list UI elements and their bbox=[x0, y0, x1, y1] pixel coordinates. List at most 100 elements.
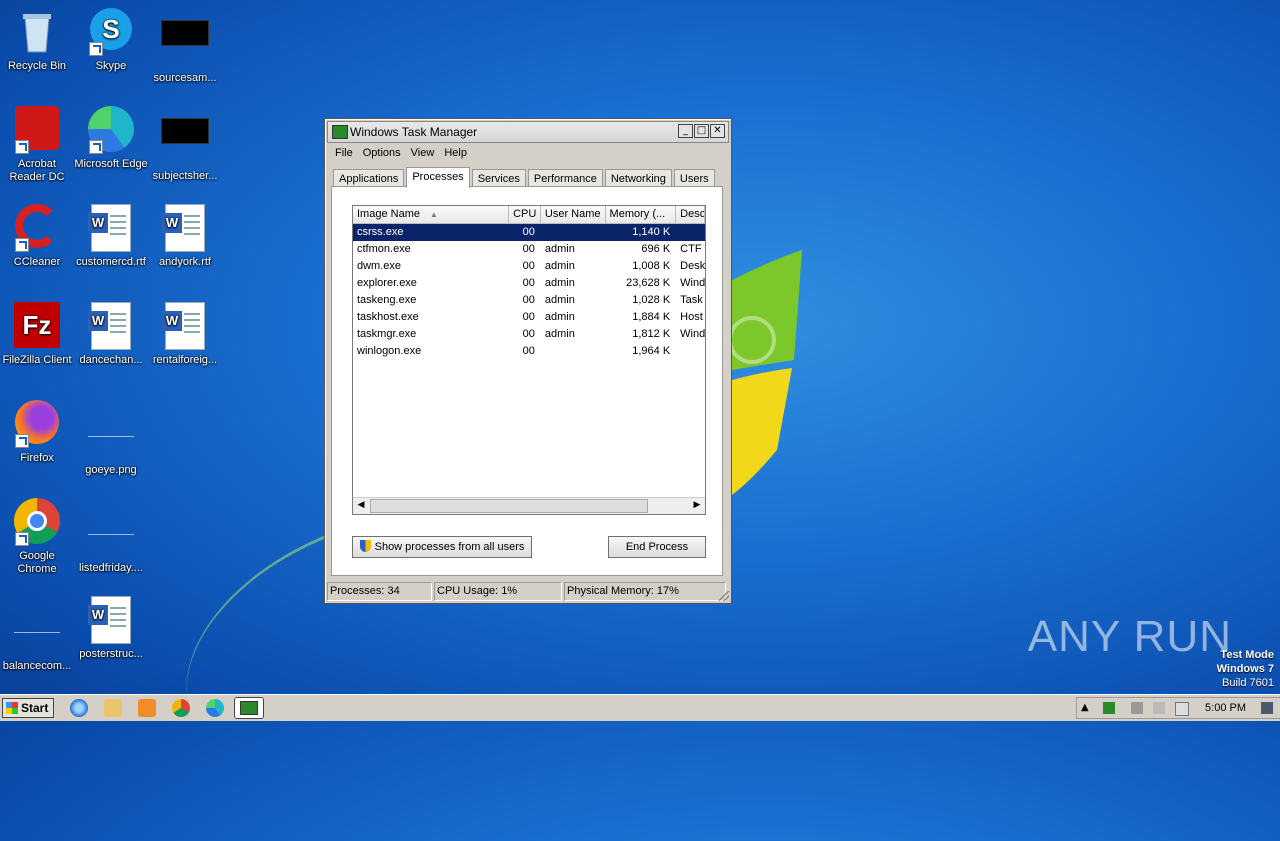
desktop-icon-goeye[interactable]: goeye.png bbox=[74, 400, 148, 477]
tab-processes[interactable]: Processes bbox=[406, 167, 470, 188]
desktop-icon-posterstruc[interactable]: W posterstruc... bbox=[74, 596, 148, 661]
maximize-button[interactable]: □ bbox=[694, 124, 709, 138]
action-center-flag-icon[interactable] bbox=[1175, 702, 1189, 716]
desktop-icon-andyork[interactable]: W andyork.rtf bbox=[148, 204, 222, 269]
desktop-icon-edge[interactable]: Microsoft Edge bbox=[74, 106, 148, 171]
sort-ascending-icon: ▲ bbox=[429, 210, 438, 219]
process-cpu: 00 bbox=[522, 226, 535, 238]
start-button[interactable]: Start bbox=[2, 698, 54, 718]
edge-taskbar-icon[interactable] bbox=[206, 699, 224, 717]
task-manager-taskbar-button[interactable] bbox=[234, 697, 264, 719]
network-icon[interactable] bbox=[1103, 702, 1115, 714]
taskbar: Start ▲ 5:00 PM bbox=[0, 694, 1280, 721]
desktop-icon-chrome[interactable]: Google Chrome bbox=[0, 498, 74, 576]
process-description: Wind bbox=[680, 277, 705, 289]
desktop-icon-label: subjectsher... bbox=[152, 170, 218, 182]
shortcut-arrow-icon bbox=[15, 140, 29, 154]
scroll-left-icon[interactable]: ◀ bbox=[353, 498, 369, 513]
process-row[interactable]: taskeng.exe 00 admin 1,028 K Task bbox=[353, 292, 705, 309]
desktop-icon-ccleaner[interactable]: CCleaner bbox=[0, 204, 74, 269]
desktop-icon-sourcesam[interactable]: sourcesam... bbox=[148, 8, 222, 85]
horizontal-scrollbar[interactable]: ◀ ▶ bbox=[353, 497, 705, 514]
show-hidden-icons-icon[interactable]: ▲ bbox=[1081, 702, 1093, 714]
show-desktop-icon[interactable] bbox=[1261, 702, 1273, 714]
tab-services[interactable]: Services bbox=[471, 169, 526, 187]
volume-icon[interactable] bbox=[1131, 702, 1143, 714]
desktop-icon-acrobat[interactable]: Acrobat Reader DC bbox=[0, 106, 74, 184]
column-cpu[interactable]: CPU bbox=[509, 206, 541, 223]
desktop-icon-firefox[interactable]: Firefox bbox=[0, 400, 74, 465]
tab-applications[interactable]: Applications bbox=[333, 169, 405, 187]
process-description: Task bbox=[680, 294, 703, 306]
desktop-icon-recycle-bin[interactable]: Recycle Bin bbox=[0, 8, 74, 73]
menu-help[interactable]: Help bbox=[440, 145, 471, 163]
process-row[interactable]: dwm.exe 00 admin 1,008 K Deskt bbox=[353, 258, 705, 275]
file-explorer-icon[interactable] bbox=[104, 699, 122, 717]
minimize-button[interactable]: _ bbox=[678, 124, 693, 138]
scrollbar-thumb[interactable] bbox=[370, 499, 648, 513]
desktop-icon-label: Google Chrome bbox=[17, 550, 57, 575]
process-name: taskhost.exe bbox=[357, 311, 419, 323]
desktop-icon-dancechan[interactable]: W dancechan... bbox=[74, 302, 148, 367]
clock[interactable]: 5:00 PM bbox=[1205, 702, 1246, 714]
column-memory[interactable]: Memory (... bbox=[606, 206, 677, 223]
process-user: admin bbox=[544, 311, 575, 323]
resize-grip-icon[interactable] bbox=[719, 591, 729, 601]
scroll-right-icon[interactable]: ▶ bbox=[689, 498, 705, 513]
process-description: Host bbox=[680, 311, 703, 323]
tab-users[interactable]: Users bbox=[673, 169, 715, 187]
process-name: dwm.exe bbox=[357, 260, 402, 272]
column-image-name[interactable]: Image Name ▲ bbox=[353, 206, 510, 223]
title-bar[interactable]: Windows Task Manager _ □ ✕ bbox=[327, 121, 729, 143]
process-cpu: 00 bbox=[522, 345, 535, 357]
desktop-icon-skype[interactable]: S Skype bbox=[74, 8, 148, 73]
ccleaner-icon bbox=[13, 204, 61, 252]
process-name: csrss.exe bbox=[357, 226, 404, 238]
process-row[interactable]: winlogon.exe 00 1,964 K bbox=[353, 343, 705, 360]
process-row[interactable]: ctfmon.exe 00 admin 696 K CTF L bbox=[353, 241, 705, 258]
process-row[interactable]: taskmgr.exe 00 admin 1,812 K Wind bbox=[353, 326, 705, 343]
menu-file[interactable]: File bbox=[331, 145, 357, 163]
menu-view[interactable]: View bbox=[407, 145, 439, 163]
task-manager-window[interactable]: Windows Task Manager _ □ ✕ File Options … bbox=[324, 118, 732, 604]
desktop-icon-subjectsher[interactable]: subjectsher... bbox=[148, 106, 222, 183]
desktop-icon-balancecom[interactable]: balancecom... bbox=[0, 596, 74, 673]
firefox-icon bbox=[13, 400, 61, 448]
desktop-icon-listedfriday[interactable]: listedfriday.... bbox=[74, 498, 148, 575]
desktop-icon-customercd[interactable]: W customercd.rtf bbox=[74, 204, 148, 269]
shortcut-arrow-icon bbox=[15, 238, 29, 252]
process-cpu: 00 bbox=[522, 328, 535, 340]
menu-options[interactable]: Options bbox=[359, 145, 405, 163]
desktop-icon-filezilla[interactable]: Fz FileZilla Client bbox=[0, 302, 74, 367]
show-all-processes-button[interactable]: Show processes from all users bbox=[352, 536, 532, 558]
tab-performance[interactable]: Performance bbox=[527, 169, 603, 187]
chrome-taskbar-icon[interactable] bbox=[172, 699, 190, 717]
word-document-icon: W bbox=[161, 302, 209, 350]
process-row[interactable]: explorer.exe 00 admin 23,628 K Wind bbox=[353, 275, 705, 292]
media-player-icon[interactable] bbox=[138, 699, 156, 717]
process-cpu: 00 bbox=[522, 277, 535, 289]
process-row[interactable]: csrss.exe 00 1,140 K bbox=[353, 224, 705, 241]
process-row[interactable]: taskhost.exe 00 admin 1,884 K Host bbox=[353, 309, 705, 326]
column-user-name[interactable]: User Name bbox=[541, 206, 606, 223]
tab-networking[interactable]: Networking bbox=[604, 169, 672, 187]
status-bar: Processes: 34 CPU Usage: 1% Physical Mem… bbox=[327, 582, 729, 601]
process-user: admin bbox=[544, 328, 575, 340]
edge-icon bbox=[87, 106, 135, 154]
network-status-icon[interactable] bbox=[1153, 702, 1165, 714]
process-user: admin bbox=[544, 243, 575, 255]
filezilla-icon: Fz bbox=[13, 302, 61, 350]
close-button[interactable]: ✕ bbox=[710, 124, 725, 138]
file-icon bbox=[161, 20, 209, 68]
end-process-button[interactable]: End Process bbox=[608, 536, 706, 558]
desktop-icon-label: Firefox bbox=[20, 452, 54, 464]
process-cpu: 00 bbox=[522, 294, 535, 306]
internet-explorer-icon[interactable] bbox=[70, 699, 88, 717]
column-description[interactable]: Desc bbox=[676, 206, 705, 223]
file-icon bbox=[13, 608, 61, 656]
process-list[interactable]: Image Name ▲ CPU User Name Memory (... De… bbox=[352, 205, 706, 515]
desktop-icon-rentalforeig[interactable]: W rentalforeig... bbox=[148, 302, 222, 367]
process-description: Wind bbox=[680, 328, 705, 340]
windows-flag-icon bbox=[6, 702, 18, 714]
desktop-icon-label: customercd.rtf bbox=[76, 256, 146, 268]
